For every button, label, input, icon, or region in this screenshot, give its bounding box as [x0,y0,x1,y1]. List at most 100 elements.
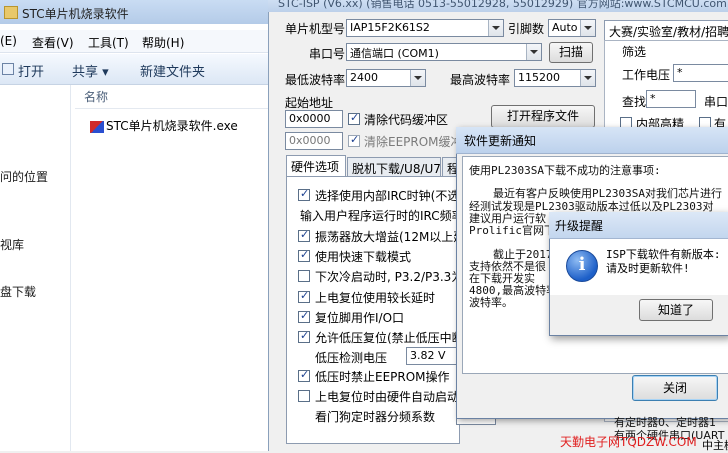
menu-edit[interactable]: (E) [0,34,17,48]
filter-group-label: 筛选 [622,45,647,59]
nav-item-recent[interactable]: 问的位置 [0,168,48,185]
min-baud-select[interactable]: 2400 [346,69,426,87]
new-folder-button[interactable]: 新建文件夹 [140,61,205,80]
opt-irc-label: 选择使用内部IRC时钟(不选 [315,189,460,203]
opt-fast-download-checkbox[interactable] [298,248,310,262]
upgrade-prompt-titlebar: 升级提醒 [549,212,728,239]
folder-icon [4,6,18,19]
opt-low-voltage-reset-checkbox[interactable] [298,329,310,343]
update-notice-titlebar: 软件更新通知 [456,127,728,154]
close-button[interactable]: 关闭 [632,375,718,401]
opt-reset-delay-label: 上电复位使用较长延时 [315,291,436,305]
chevron-down-icon [410,70,425,86]
max-baud-value: 115200 [518,71,560,84]
isp-title: STC-ISP (V6.xx) (销售电话 0513-55012928, 550… [278,0,727,10]
column-header-name[interactable]: 名称 [84,88,108,105]
pin-select[interactable]: Auto [548,19,596,37]
watermark: 天勤电子网TQDZW.COM [560,433,697,450]
search-label: 查找 [622,95,647,109]
port-label: 串口号 [309,47,346,61]
watermark-url: TQDZW.COM [620,435,697,449]
right-tab-label: 大赛/实验室/教材/招聘 [609,25,728,39]
max-baud-label: 最高波特率 [450,73,511,87]
opt-lv-detect-label: 低压检测电压 [315,351,388,365]
share-button[interactable]: 共享 ▾ [72,61,109,80]
start-addr-label: 起始地址 [285,96,334,110]
lv-detect-select[interactable]: 3.82 V [406,347,458,365]
search-input[interactable]: * [646,90,696,108]
opt-wdt-auto-checkbox[interactable] [298,390,310,402]
opt-low-voltage-reset-label: 允许低压复位(禁止低压中断 [315,331,464,345]
serial-label: 串口 [704,95,728,109]
opt-reset-delay-checkbox[interactable] [298,289,310,303]
file-name: STC单片机烧录软件.exe [106,119,238,133]
explorer-title: STC单片机烧录软件 [22,7,129,21]
ok-button[interactable]: 知道了 [639,299,713,321]
menu-tools[interactable]: 工具(T) [88,34,129,51]
chevron-down-icon [580,20,595,36]
clear-eeprom-checkbox[interactable] [348,133,360,147]
chevron-down-icon [488,20,503,36]
opt-gain-label: 振荡器放大增益(12M以上建 [315,230,466,244]
opt-cold-start-checkbox[interactable] [298,270,310,282]
file-item[interactable]: STC单片机烧录软件.exe [84,117,238,134]
menu-help[interactable]: 帮助(H) [142,34,184,51]
column-divider [75,108,268,109]
tab-hardware-options[interactable]: 硬件选项 [286,155,346,177]
opt-irc-checkbox[interactable] [298,187,310,201]
mcu-select[interactable]: IAP15F2K61S2 [346,19,504,37]
upgrade-message-line2: 请及时更新软件! [606,262,690,275]
opt-cold-start-label: 下次冷启动时, P3.2/P3.3为 [315,270,464,284]
min-baud-value: 2400 [350,71,378,84]
upgrade-message-line1: ISP下载软件有新版本: [606,248,721,261]
mcu-value: IAP15F2K61S2 [350,21,430,34]
voltage-input[interactable]: * [673,64,728,82]
start-addr-input[interactable]: 0x0000 [285,110,343,128]
scan-button[interactable]: 扫描 [549,42,593,63]
opt-wdt-auto-label: 上电复位时由硬件自动启动 [315,390,460,404]
max-baud-select[interactable]: 115200 [514,69,596,87]
info-icon: i [566,250,598,282]
opt-reset-io-checkbox[interactable] [298,309,310,323]
explorer-nav-pane: 问的位置 视库 盘下载 [0,85,71,451]
isp-titlebar: STC-ISP (V6.xx) (销售电话 0513-55012928, 550… [268,0,728,12]
explorer-menubar: (E) 查看(V) 工具(T) 帮助(H) [0,30,268,53]
menu-view[interactable]: 查看(V) [32,34,74,51]
upgrade-message: ISP下载软件有新版本: 请及时更新软件! [606,248,721,276]
chevron-down-icon [580,70,595,86]
port-select[interactable]: 通信端口 (COM1) [346,43,542,61]
chevron-down-icon [526,44,541,60]
opt-gain-checkbox[interactable] [298,228,310,242]
explorer-titlebar: STC单片机烧录软件 [0,0,268,24]
opt-wdt-div-label: 看门狗定时器分频系数 [315,410,436,424]
tab-offline-download[interactable]: 脱机下载/U8/U7 [347,157,441,177]
nav-item-download[interactable]: 盘下载 [0,283,36,300]
notice-line: Prolific官网下 [469,224,555,237]
voltage-label: 工作电压 [622,68,671,82]
eeprom-addr-input[interactable]: 0x0000 [285,132,343,150]
notice-line: 波特率。 [469,296,513,309]
pin-label: 引脚数 [508,22,545,36]
min-baud-label: 最低波特率 [285,73,346,87]
open-icon [2,63,14,75]
opt-eeprom-lock-checkbox[interactable] [298,368,310,382]
clear-code-label: 清除代码缓冲区 [364,113,449,127]
opt-irc-freq-label: 输入用户程序运行时的IRC频率 [300,209,464,223]
upgrade-prompt-title: 升级提醒 [555,219,604,233]
open-program-file-button[interactable]: 打开程序文件 [491,105,595,128]
port-value: 通信端口 (COM1) [350,47,439,60]
pin-value: Auto [552,21,578,34]
opt-reset-io-label: 复位脚用作I/O口 [315,311,405,325]
lv-detect-value: 3.82 V [410,349,446,362]
explorer-toolbar: 打开 共享 ▾ 新建文件夹 [0,54,268,85]
open-button[interactable]: 打开 [18,61,44,80]
clear-code-checkbox[interactable] [348,111,360,125]
update-notice-title: 软件更新通知 [464,134,537,148]
nav-item-library[interactable]: 视库 [0,236,24,253]
watermark-text: 天勤电子网 [560,435,621,449]
feature-line: 有定时器0、定时器1 [614,416,716,429]
right-tabbar[interactable]: 大赛/实验室/教材/招聘 [604,20,728,42]
mcu-label: 单片机型号 [285,22,346,36]
notice-heading: 使用PL2303SA下载不成功的注意事项: [469,164,661,177]
opt-eeprom-lock-label: 低压时禁止EEPROM操作 [315,370,450,384]
